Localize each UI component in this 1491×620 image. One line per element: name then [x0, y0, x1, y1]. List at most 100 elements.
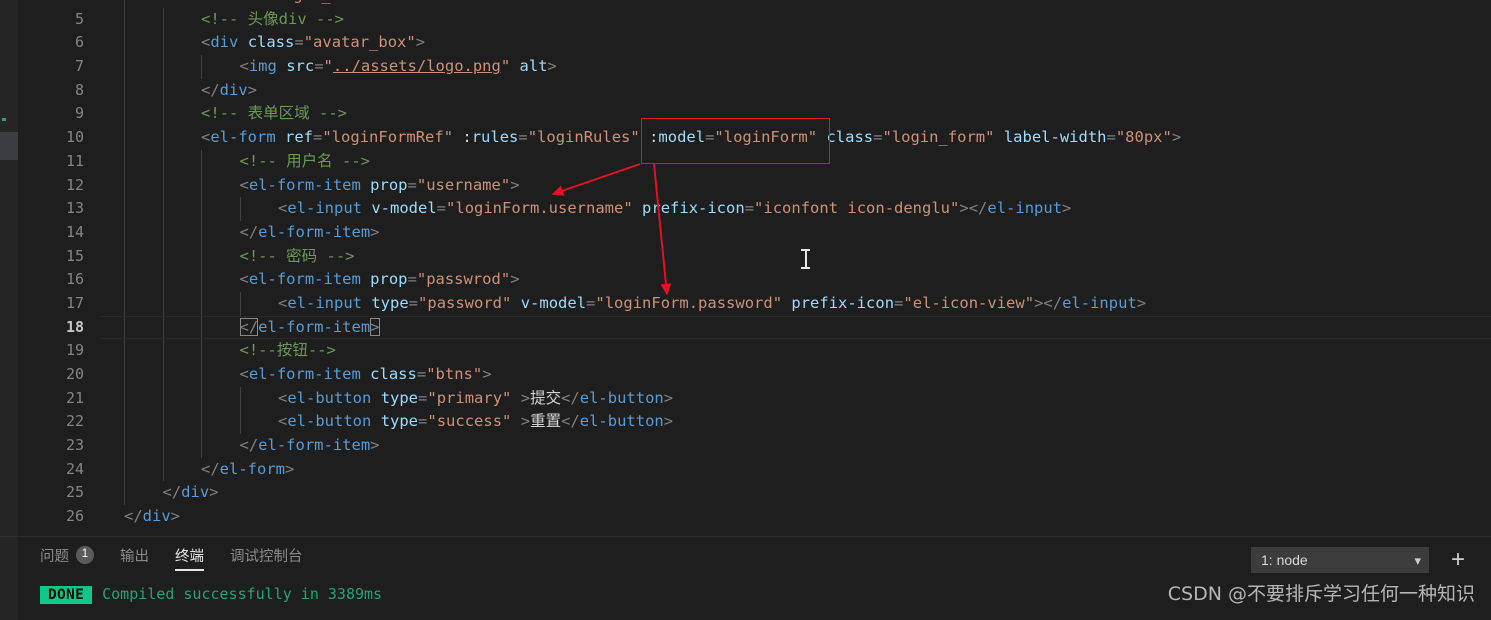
indent-guide	[201, 339, 202, 363]
panel-tab-2[interactable]: 终端	[175, 537, 204, 573]
code-text[interactable]: <el-form ref="loginFormRef" :rules="logi…	[201, 126, 1181, 150]
code-text[interactable]: <el-input v-model="loginForm.username" p…	[278, 197, 1071, 221]
indent-guide	[201, 149, 202, 174]
code-line[interactable]: 4 <div class="login_box">	[18, 0, 1491, 8]
terminal-selector[interactable]: 1: node ▾	[1251, 547, 1429, 573]
line-number: 15	[65, 246, 84, 265]
code-text[interactable]: </el-form-item>	[239, 316, 380, 340]
panel-tab-list[interactable]: 问题 1 输出 终端 调试控制台	[40, 537, 303, 573]
code-line[interactable]: 17 <el-input type="password" v-model="log…	[18, 291, 1491, 316]
code-text[interactable]: <el-form-item prop="passwrod">	[240, 268, 520, 292]
code-line[interactable]: 19 <!--按钮-->	[18, 339, 1491, 363]
code-line[interactable]: 12 <el-form-item prop="username">	[18, 173, 1491, 198]
code-text[interactable]: <el-button type="primary" >提交</el-button…	[278, 387, 673, 411]
indent-guide	[124, 481, 125, 506]
line-number: 21	[65, 388, 84, 407]
indent-guide	[162, 339, 164, 363]
code-line[interactable]: 21 <el-button type="primary" >提交</el-butt…	[18, 386, 1491, 411]
code-text[interactable]: <!-- 头像div -->	[201, 8, 344, 32]
indent-guide	[162, 410, 164, 435]
indent-guide	[201, 268, 202, 292]
code-text[interactable]: <!-- 密码 -->	[240, 245, 355, 269]
line-number: 11	[65, 151, 84, 170]
code-text[interactable]: <img src="../assets/logo.png" alt>	[240, 55, 557, 79]
line-number: 17	[65, 293, 84, 312]
line-number: 7	[74, 57, 84, 76]
code-line[interactable]: 14 </el-form-item>	[18, 220, 1491, 245]
indent-guide	[201, 410, 202, 435]
panel-tab-1[interactable]: 输出	[120, 537, 149, 573]
code-line[interactable]: 5 <!-- 头像div -->	[18, 7, 1491, 32]
code-text[interactable]: </el-form-item>	[240, 434, 380, 458]
code-editor[interactable]: 4<div class="login_box">5<!-- 头像div -->6…	[18, 0, 1491, 536]
code-line[interactable]: 7 <img src="../assets/logo.png" alt>	[18, 55, 1491, 79]
indent-guide	[201, 197, 202, 221]
indent-guide	[239, 410, 241, 435]
code-line[interactable]: 11 <!-- 用户名 -->	[18, 149, 1491, 174]
code-text[interactable]: <div class="avatar_box">	[201, 31, 425, 55]
code-line[interactable]: 26 </div>	[18, 505, 1491, 529]
code-text[interactable]: <el-form-item prop="username">	[240, 174, 520, 198]
indent-guide	[124, 434, 125, 458]
indent-guide	[124, 363, 125, 387]
code-text[interactable]: <el-input type="password" v-model="login…	[278, 292, 1146, 316]
code-line[interactable]: 15 <!-- 密码 -->	[18, 244, 1491, 269]
indent-guide	[162, 268, 164, 292]
panel-tab-label: 问题	[40, 548, 69, 565]
indent-guide	[124, 457, 125, 482]
line-number: 26	[65, 507, 84, 526]
indent-guide	[124, 268, 125, 292]
code-line[interactable]: 10 <el-form ref="loginFormRef" :rules="lo…	[18, 126, 1491, 150]
editor-minimap-strip[interactable]	[0, 0, 18, 536]
indent-guide	[162, 434, 164, 458]
code-text[interactable]: <!--按钮-->	[240, 339, 336, 363]
code-line[interactable]: 25 </div>	[18, 481, 1491, 506]
terminal-output[interactable]: DONE Compiled successfully in 3389ms	[18, 573, 1491, 620]
indent-guide	[162, 197, 164, 221]
indent-guide	[162, 386, 164, 411]
indent-guide	[124, 7, 125, 32]
code-text[interactable]: </el-form-item>	[240, 221, 380, 245]
indent-guide	[162, 244, 164, 269]
code-line[interactable]: 9 <!-- 表单区域 -->	[18, 102, 1491, 127]
code-text[interactable]: </div>	[201, 79, 257, 103]
line-number: 19	[65, 341, 84, 360]
new-terminal-button[interactable]: +	[1445, 547, 1471, 573]
code-text[interactable]: <el-button type="success" >重置</el-button…	[278, 410, 673, 434]
indent-guide	[162, 220, 164, 245]
code-lines[interactable]: 4<div class="login_box">5<!-- 头像div -->6…	[18, 0, 1491, 529]
code-line[interactable]: 22 <el-button type="success" >重置</el-butt…	[18, 410, 1491, 435]
line-number: 6	[74, 33, 84, 52]
indent-guide	[239, 386, 241, 411]
indent-guide	[124, 315, 125, 340]
code-line[interactable]: 20 <el-form-item class="btns">	[18, 363, 1491, 387]
code-text[interactable]: </div>	[124, 505, 180, 529]
code-text[interactable]: <!-- 用户名 -->	[240, 150, 371, 174]
code-text[interactable]: </div>	[163, 481, 219, 505]
code-line[interactable]: 6 <div class="avatar_box">	[18, 31, 1491, 56]
code-line[interactable]: 18 </el-form-item>	[18, 315, 1491, 340]
indent-guide	[162, 457, 164, 482]
minimap-slider[interactable]	[0, 132, 18, 160]
code-text[interactable]: <!-- 表单区域 -->	[201, 102, 347, 126]
code-text[interactable]: <div class="login_box">	[163, 0, 378, 8]
bottom-panel: 问题 1 输出 终端 调试控制台 1: node ▾ + DONE Compiled su…	[0, 536, 1491, 620]
indent-guide	[201, 315, 202, 340]
code-text[interactable]: </el-form>	[201, 458, 294, 482]
panel-tab-3[interactable]: 调试控制台	[230, 537, 303, 573]
code-text[interactable]: <el-form-item class="btns">	[240, 363, 492, 387]
indent-guide	[201, 220, 202, 245]
code-line[interactable]: 24 </el-form>	[18, 457, 1491, 482]
indent-guide	[162, 7, 164, 32]
code-line[interactable]: 13 <el-input v-model="loginForm.username"…	[18, 197, 1491, 221]
panel-tab-0[interactable]: 问题 1	[40, 537, 94, 573]
code-line[interactable]: 23 </el-form-item>	[18, 434, 1491, 458]
line-number: 20	[65, 365, 84, 383]
indent-guide	[162, 102, 164, 127]
indent-guide	[124, 339, 125, 363]
indent-guide	[124, 386, 125, 411]
indent-guide	[162, 291, 164, 316]
code-line[interactable]: 8 </div>	[18, 78, 1491, 103]
status-badge: DONE	[40, 586, 93, 604]
code-line[interactable]: 16 <el-form-item prop="passwrod">	[18, 268, 1491, 292]
